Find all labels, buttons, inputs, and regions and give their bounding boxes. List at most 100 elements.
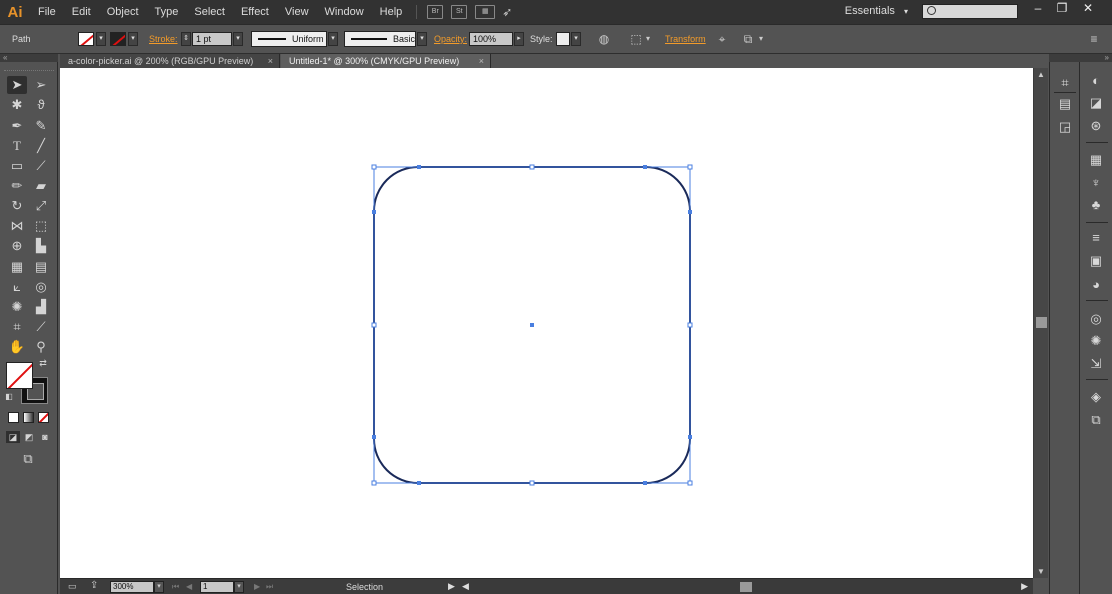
none-mode-icon[interactable]: [38, 412, 49, 423]
gradient-mode-icon[interactable]: [23, 412, 34, 423]
tools-collapse-strip[interactable]: «: [0, 54, 58, 62]
last-artboard-icon[interactable]: ⏭: [266, 582, 273, 592]
hand-tool-icon[interactable]: ✋: [7, 338, 27, 356]
graphic-style-dropdown[interactable]: ▾: [571, 32, 581, 46]
variable-width-profile[interactable]: Uniform: [251, 31, 327, 47]
tab-a-color-picker[interactable]: a-color-picker.ai @ 200% (RGB/GPU Previe…: [60, 54, 280, 68]
workspace-switcher[interactable]: Essentials ▾: [845, 5, 908, 17]
graphic-style-swatch[interactable]: [556, 32, 570, 46]
share-icon[interactable]: ⇪: [90, 580, 98, 591]
transparency-panel-icon[interactable]: ◕: [1087, 276, 1105, 294]
fill-swatch[interactable]: [78, 32, 94, 46]
status-menu-icon[interactable]: ▶: [448, 581, 455, 592]
draw-inside-icon[interactable]: ◙: [38, 431, 52, 443]
next-artboard-icon[interactable]: ▶: [254, 582, 260, 591]
selection-tool-icon[interactable]: ➤: [7, 76, 27, 94]
menu-select[interactable]: Select: [186, 0, 233, 24]
width-tool-icon[interactable]: ⋈: [7, 217, 27, 235]
arrange-documents-icon[interactable]: ▦: [475, 5, 496, 19]
restore-button[interactable]: ❐: [1050, 0, 1074, 18]
brush-definition[interactable]: Basic: [344, 31, 416, 47]
mesh-tool-icon[interactable]: ▦: [7, 258, 27, 276]
asset-export-panel-icon[interactable]: ⇲: [1087, 355, 1105, 373]
scroll-up-icon[interactable]: ▲: [1037, 70, 1045, 79]
stroke-panel-icon[interactable]: ≡: [1087, 229, 1105, 247]
magic-wand-tool-icon[interactable]: ✱: [7, 96, 27, 114]
stroke-weight-input[interactable]: 1 pt: [192, 32, 232, 46]
gpu-performance-icon[interactable]: ➶: [499, 4, 515, 20]
artboard-canvas[interactable]: [60, 68, 1033, 578]
vertical-scroll-thumb[interactable]: [1036, 317, 1047, 328]
gradient-panel-icon[interactable]: ▣: [1087, 252, 1105, 270]
menu-window[interactable]: Window: [317, 0, 372, 24]
align-options-icon[interactable]: ⬚: [628, 31, 644, 47]
symbols-panel-icon[interactable]: ♣: [1087, 196, 1105, 214]
menu-type[interactable]: Type: [147, 0, 187, 24]
line-segment-tool-icon[interactable]: ╱: [31, 137, 51, 155]
path-options-dropdown-icon[interactable]: ▾: [756, 31, 766, 47]
close-button[interactable]: ✕: [1076, 0, 1100, 18]
menu-file[interactable]: File: [30, 0, 64, 24]
scale-tool-icon[interactable]: ⤢: [31, 197, 51, 215]
color-themes-panel-icon[interactable]: ⊛: [1087, 117, 1105, 135]
eraser-tool-icon[interactable]: ▰: [31, 177, 51, 195]
zoom-dropdown[interactable]: ▾: [154, 581, 164, 593]
curvature-tool-icon[interactable]: ✎: [31, 117, 51, 135]
scroll-left-icon[interactable]: ◀: [462, 581, 469, 592]
scroll-right-icon[interactable]: ▶: [1021, 581, 1028, 592]
shape-builder-tool-icon[interactable]: ⊕: [7, 237, 27, 255]
scroll-down-icon[interactable]: ▼: [1037, 567, 1045, 576]
slice-tool-icon[interactable]: ⟋: [31, 318, 51, 336]
swap-fill-stroke-icon[interactable]: ⇄: [36, 357, 50, 369]
perspective-grid-tool-icon[interactable]: ▙: [31, 237, 51, 255]
menu-edit[interactable]: Edit: [64, 0, 99, 24]
isolate-object-icon[interactable]: ⌖: [714, 31, 730, 47]
vertical-scrollbar[interactable]: ▲ ▼: [1033, 68, 1048, 578]
pencil-tool-icon[interactable]: ✏: [7, 177, 27, 195]
symbol-sprayer-tool-icon[interactable]: ✺: [7, 298, 27, 316]
menu-object[interactable]: Object: [99, 0, 147, 24]
default-fill-stroke-icon[interactable]: ◧: [4, 392, 14, 402]
pathfinder-panel-icon[interactable]: ◲: [1056, 118, 1074, 136]
artboards-list-panel-icon[interactable]: ⧉: [1087, 411, 1105, 429]
blend-tool-icon[interactable]: ◎: [31, 278, 51, 296]
minimize-button[interactable]: –: [1026, 0, 1050, 18]
rectangle-tool-icon[interactable]: ▭: [7, 157, 27, 175]
close-icon[interactable]: ×: [479, 54, 484, 68]
rotate-tool-icon[interactable]: ↻: [7, 197, 27, 215]
zoom-tool-icon[interactable]: ⚲: [31, 338, 51, 356]
stock-button[interactable]: St: [451, 5, 468, 19]
transform-link[interactable]: Transform: [665, 34, 706, 44]
stroke-weight-dropdown[interactable]: ▾: [233, 32, 243, 46]
previous-artboard-icon[interactable]: ◀: [186, 582, 192, 591]
cc-libraries-icon[interactable]: ▭: [68, 581, 77, 592]
swatches-panel-icon[interactable]: ▦: [1087, 151, 1105, 169]
direct-selection-tool-icon[interactable]: ➢: [31, 76, 51, 94]
bridge-button[interactable]: Br: [427, 5, 444, 19]
free-transform-tool-icon[interactable]: ⬚: [31, 217, 51, 235]
brush-dropdown[interactable]: ▾: [417, 32, 427, 46]
screen-mode-icon[interactable]: ⧉: [18, 450, 38, 468]
type-tool-icon[interactable]: T: [7, 137, 27, 155]
appearance-panel-icon[interactable]: ◎: [1087, 310, 1105, 328]
paintbrush-tool-icon[interactable]: ⟋: [31, 157, 51, 175]
align-dropdown-icon[interactable]: ▾: [644, 31, 652, 47]
control-panel-menu-icon[interactable]: ≡: [1086, 31, 1102, 47]
color-guide-panel-icon[interactable]: ◪: [1087, 94, 1105, 112]
color-mode-icon[interactable]: [8, 412, 19, 423]
menu-effect[interactable]: Effect: [233, 0, 277, 24]
graphic-styles-panel-icon[interactable]: ✺: [1087, 332, 1105, 350]
menu-help[interactable]: Help: [372, 0, 411, 24]
artboards-panel-icon[interactable]: ⌗: [1056, 74, 1074, 92]
brushes-panel-icon[interactable]: ♆: [1087, 174, 1105, 192]
tab-untitled-1[interactable]: Untitled-1* @ 300% (CMYK/GPU Preview) ×: [281, 54, 491, 68]
horizontal-scroll-thumb[interactable]: [740, 582, 752, 592]
recolor-artwork-icon[interactable]: ◍: [596, 31, 612, 47]
opacity-slider-button[interactable]: ▸: [514, 32, 524, 46]
lasso-tool-icon[interactable]: ϑ: [31, 96, 51, 114]
stroke-swatch[interactable]: [110, 32, 126, 46]
stroke-label-link[interactable]: Stroke:: [149, 34, 178, 44]
menu-view[interactable]: View: [277, 0, 317, 24]
opacity-input[interactable]: 100%: [469, 32, 513, 46]
artboard-tool-icon[interactable]: ⌗: [7, 318, 27, 336]
